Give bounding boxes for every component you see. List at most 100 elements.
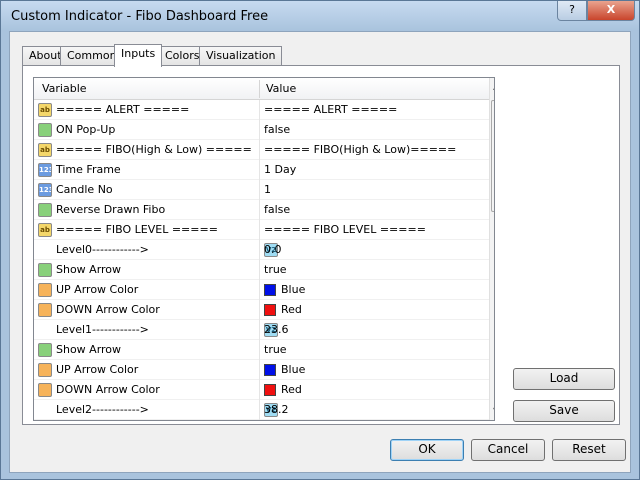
bool-icon bbox=[38, 263, 52, 277]
variable-cell: ab ===== ALERT ===== bbox=[34, 100, 260, 120]
variable-name: Level2------------> bbox=[56, 403, 149, 416]
variable-name: ===== ALERT ===== bbox=[56, 103, 190, 116]
variable-cell: 123 Time Frame bbox=[34, 160, 260, 180]
value-cell[interactable]: 1 Day bbox=[264, 163, 296, 176]
value-cell[interactable]: 1 bbox=[264, 183, 271, 196]
int-icon: 123 bbox=[38, 163, 52, 177]
scroll-up-icon[interactable]: ▲ bbox=[493, 82, 494, 91]
variable-cell: DOWN Arrow Color bbox=[34, 300, 260, 320]
bool-icon bbox=[38, 123, 52, 137]
dialog-client: About Common Inputs Colors Visualization… bbox=[9, 31, 631, 473]
value-cell[interactable]: true bbox=[264, 263, 287, 276]
help-button[interactable]: ? bbox=[557, 1, 587, 21]
variable-cell: UP Arrow Color bbox=[34, 280, 260, 300]
table-row[interactable]: ab ===== FIBO LEVEL ===== ===== FIBO LEVEL… bbox=[34, 220, 489, 240]
color-swatch bbox=[264, 284, 276, 296]
color-swatch bbox=[264, 384, 276, 396]
load-button[interactable]: Load bbox=[513, 368, 615, 390]
variable-cell: V2 Level0------------> bbox=[34, 240, 278, 260]
value-cell[interactable]: ===== ALERT ===== bbox=[264, 103, 397, 116]
save-button[interactable]: Save bbox=[513, 400, 615, 422]
value-cell[interactable]: false bbox=[264, 203, 290, 216]
table-row[interactable]: 123 Candle No 1 bbox=[34, 180, 489, 200]
value-cell[interactable]: Red bbox=[281, 303, 302, 316]
variable-name: DOWN Arrow Color bbox=[56, 303, 160, 316]
variable-cell: ab ===== FIBO LEVEL ===== bbox=[34, 220, 260, 240]
variable-name: Candle No bbox=[56, 183, 113, 196]
value-cell[interactable]: ===== FIBO LEVEL ===== bbox=[264, 223, 426, 236]
table-row[interactable]: DOWN Arrow Color Red bbox=[34, 380, 489, 400]
value-cell[interactable]: 0.0 bbox=[264, 243, 282, 256]
variable-name: ===== FIBO(High & Low) ===== bbox=[56, 143, 252, 156]
grid-header: Variable Value bbox=[34, 78, 494, 100]
variable-name: DOWN Arrow Color bbox=[56, 383, 160, 396]
value-cell[interactable]: Red bbox=[281, 383, 302, 396]
grid-rows: ab ===== ALERT ===== ===== ALERT ===== ON P… bbox=[34, 100, 489, 420]
tab-inputs[interactable]: Inputs bbox=[114, 44, 163, 67]
variable-cell: UP Arrow Color bbox=[34, 360, 260, 380]
variable-cell: Show Arrow bbox=[34, 340, 260, 360]
variable-cell: DOWN Arrow Color bbox=[34, 380, 260, 400]
table-row[interactable]: 123 Time Frame 1 Day bbox=[34, 160, 489, 180]
scroll-down-icon[interactable]: ▼ bbox=[493, 406, 494, 415]
table-row[interactable]: V2 Level1------------> 23.6 bbox=[34, 320, 489, 340]
table-row[interactable]: ON Pop-Up false bbox=[34, 120, 489, 140]
bool-icon bbox=[38, 343, 52, 357]
cancel-button[interactable]: Cancel bbox=[471, 439, 545, 461]
vertical-scrollbar[interactable]: ▲ ▼ bbox=[489, 78, 494, 420]
color-icon bbox=[38, 303, 52, 317]
table-row[interactable]: V2 Level0------------> 0.0 bbox=[34, 240, 489, 260]
table-row[interactable]: UP Arrow Color Blue bbox=[34, 280, 489, 300]
color-swatch bbox=[264, 304, 276, 316]
value-cell[interactable]: 23.6 bbox=[264, 323, 289, 336]
variable-name: Level1------------> bbox=[56, 323, 149, 336]
variable-cell: ON Pop-Up bbox=[34, 120, 260, 140]
variable-name: Show Arrow bbox=[56, 343, 122, 356]
table-row[interactable]: Show Arrow true bbox=[34, 260, 489, 280]
column-header-variable[interactable]: Variable bbox=[42, 82, 87, 95]
bool-icon bbox=[38, 203, 52, 217]
tab-visualization[interactable]: Visualization bbox=[199, 46, 283, 66]
color-icon bbox=[38, 283, 52, 297]
table-row[interactable]: Reverse Drawn Fibo false bbox=[34, 200, 489, 220]
variable-name: Level0------------> bbox=[56, 243, 149, 256]
color-icon bbox=[38, 383, 52, 397]
value-cell[interactable]: false bbox=[264, 123, 290, 136]
value-cell[interactable]: Blue bbox=[281, 363, 305, 376]
close-button[interactable]: X bbox=[587, 1, 635, 21]
title-bar: Custom Indicator - Fibo Dashboard Free ?… bbox=[1, 1, 639, 31]
ok-button[interactable]: OK bbox=[390, 439, 464, 461]
table-row[interactable]: ab ===== ALERT ===== ===== ALERT ===== bbox=[34, 100, 489, 120]
value-cell[interactable]: true bbox=[264, 343, 287, 356]
value-cell[interactable]: Blue bbox=[281, 283, 305, 296]
variable-name: ON Pop-Up bbox=[56, 123, 116, 136]
variable-cell: Show Arrow bbox=[34, 260, 260, 280]
value-cell[interactable]: ===== FIBO(High & Low)===== bbox=[264, 143, 456, 156]
int-icon: 123 bbox=[38, 183, 52, 197]
scroll-thumb[interactable] bbox=[491, 100, 494, 212]
variable-cell: V2 Level2------------> bbox=[34, 400, 278, 420]
color-icon bbox=[38, 363, 52, 377]
reset-button[interactable]: Reset bbox=[552, 439, 626, 461]
string-icon: ab bbox=[38, 143, 52, 157]
column-header-value[interactable]: Value bbox=[266, 82, 296, 95]
column-divider[interactable] bbox=[259, 80, 260, 98]
table-row[interactable]: V2 Level2------------> 38.2 bbox=[34, 400, 489, 420]
variable-name: Show Arrow bbox=[56, 263, 122, 276]
variable-cell: Reverse Drawn Fibo bbox=[34, 200, 260, 220]
table-row[interactable]: UP Arrow Color Blue bbox=[34, 360, 489, 380]
string-icon: ab bbox=[38, 223, 52, 237]
inputs-grid: Variable Value ab ===== ALERT ===== ===== … bbox=[33, 77, 495, 421]
variable-name: Time Frame bbox=[56, 163, 121, 176]
variable-cell: 123 Candle No bbox=[34, 180, 260, 200]
variable-name: Reverse Drawn Fibo bbox=[56, 203, 166, 216]
color-swatch bbox=[264, 364, 276, 376]
variable-name: ===== FIBO LEVEL ===== bbox=[56, 223, 218, 236]
table-row[interactable]: Show Arrow true bbox=[34, 340, 489, 360]
table-row[interactable]: ab ===== FIBO(High & Low) ===== ===== FIBO… bbox=[34, 140, 489, 160]
table-row[interactable]: DOWN Arrow Color Red bbox=[34, 300, 489, 320]
value-cell[interactable]: 38.2 bbox=[264, 403, 289, 416]
string-icon: ab bbox=[38, 103, 52, 117]
variable-name: UP Arrow Color bbox=[56, 363, 139, 376]
inputs-panel: Variable Value ab ===== ALERT ===== ===== … bbox=[22, 65, 620, 425]
